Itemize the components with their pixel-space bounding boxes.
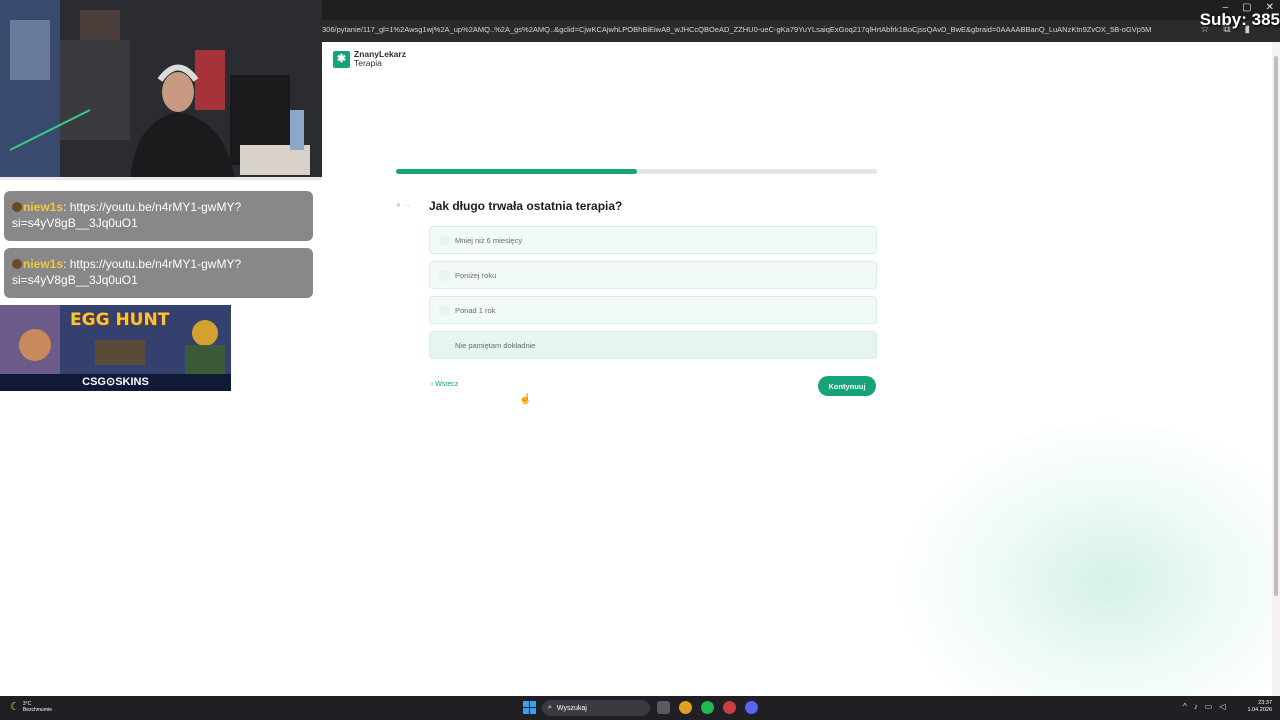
weather-desc: Bezchmurnie xyxy=(22,706,53,713)
logo-subtitle: Terapia xyxy=(354,58,382,68)
site-logo[interactable]: ✱ ZnanyLekarz Terapia xyxy=(333,50,406,68)
subscriber-counter: Suby: 385 xyxy=(1199,10,1280,29)
windows-taskbar: ☾ 3°C Bezchmurnie ⌕ Wyszukaj ^ ♪ ▭ ◁ 23:… xyxy=(0,696,1280,720)
radio-icon xyxy=(439,339,450,351)
spotify-icon[interactable] xyxy=(701,701,714,714)
webcam-overlay xyxy=(0,0,322,180)
sponsor-banner: EGG HUNT CSG⊙SKINS xyxy=(0,305,231,391)
background-glow xyxy=(900,422,1272,696)
system-clock[interactable]: 23:37 1.04.2026 xyxy=(1244,700,1272,714)
start-button[interactable] xyxy=(523,701,536,714)
chat-badge-icon xyxy=(12,202,22,212)
chat-username: niew1s xyxy=(23,257,64,271)
option-3[interactable]: Nie pamiętam dokładnie xyxy=(429,331,877,359)
logo-star-icon: ✱ xyxy=(333,50,350,68)
chat-text: : https://youtu.be/n4rMY1-gwMY? xyxy=(63,257,242,271)
moon-icon: ☾ xyxy=(10,701,20,713)
option-label: Mniej niż 6 miesięcy xyxy=(455,235,523,245)
progress-bar xyxy=(396,169,877,174)
search-icon: ⌕ xyxy=(548,704,552,711)
speaker-icon[interactable]: ◁ xyxy=(1219,702,1225,711)
chat-username: niew1s xyxy=(23,200,64,214)
windows-logo-icon xyxy=(523,708,529,714)
option-0[interactable]: Mniej niż 6 miesięcy xyxy=(429,226,877,254)
chat-text-cont: si=s4yV8gB__3Jq0uO1 xyxy=(12,216,138,230)
chat-text: : https://youtu.be/n4rMY1-gwMY? xyxy=(63,200,242,214)
radio-icon xyxy=(439,304,450,316)
radio-icon xyxy=(439,269,450,281)
option-label: Poniżej roku xyxy=(455,270,497,280)
system-tray: ^ ♪ ▭ ◁ xyxy=(1183,702,1225,711)
clock-date: 1.04.2026 xyxy=(1247,707,1272,713)
question-title: Jak długo trwała ostatnia terapia? xyxy=(429,199,623,213)
scrollbar-thumb[interactable] xyxy=(1274,56,1278,596)
answer-options: Mniej niż 6 miesięcy Poniżej roku Ponad … xyxy=(429,226,877,366)
microphone-icon[interactable]: ♪ xyxy=(1194,702,1198,711)
back-link[interactable]: ‹ Wstecz xyxy=(431,381,458,388)
option-1[interactable]: Poniżej roku xyxy=(429,261,877,289)
chat-text-cont: si=s4yV8gB__3Jq0uO1 xyxy=(12,273,138,287)
windows-logo-icon xyxy=(530,701,536,707)
back-label: Wstecz xyxy=(435,381,459,388)
progress-fill xyxy=(396,169,637,174)
banner-title: EGG HUNT xyxy=(70,310,170,330)
webcam-image xyxy=(0,0,322,177)
url-field[interactable]: 306/pytanie/117_gl=1%2Awsg1wj%2A_up%2AMQ… xyxy=(322,25,1172,34)
hand-cursor-icon: ☝ xyxy=(519,394,532,405)
task-view-icon[interactable] xyxy=(657,701,670,714)
windows-logo-icon xyxy=(530,708,536,714)
continue-button[interactable]: Kontynuuj xyxy=(818,376,876,396)
discord-icon[interactable] xyxy=(745,701,758,714)
banner-brand: CSG⊙SKINS xyxy=(0,374,231,391)
windows-logo-icon xyxy=(523,701,529,707)
chevron-up-icon[interactable]: ^ xyxy=(1183,702,1187,711)
chat-message: niew1s: https://youtu.be/n4rMY1-gwMY? si… xyxy=(4,248,313,298)
option-label: Ponad 1 rok xyxy=(455,305,496,315)
chat-badge-icon xyxy=(12,259,22,269)
chevron-left-icon: ‹ xyxy=(431,381,434,388)
search-placeholder: Wyszukaj xyxy=(556,704,587,712)
display-icon[interactable]: ▭ xyxy=(1205,702,1213,711)
option-label: Nie pamiętam dokładnie xyxy=(455,340,536,350)
question-status-icon: ● → xyxy=(396,200,412,209)
option-2[interactable]: Ponad 1 rok xyxy=(429,296,877,324)
chat-message: niew1s: https://youtu.be/n4rMY1-gwMY? si… xyxy=(4,191,313,241)
clock-time: 23:37 xyxy=(1258,700,1272,706)
taskbar-search[interactable]: ⌕ Wyszukaj xyxy=(542,700,650,716)
page-scrollbar[interactable] xyxy=(1272,42,1280,696)
chrome-icon[interactable] xyxy=(679,701,692,714)
radio-icon xyxy=(439,234,450,246)
screen: ✱ ZnanyLekarz Terapia ● → Jak długo trwa… xyxy=(0,0,1280,720)
weather-widget[interactable]: ☾ 3°C Bezchmurnie xyxy=(10,700,53,714)
app-icon[interactable] xyxy=(723,701,736,714)
